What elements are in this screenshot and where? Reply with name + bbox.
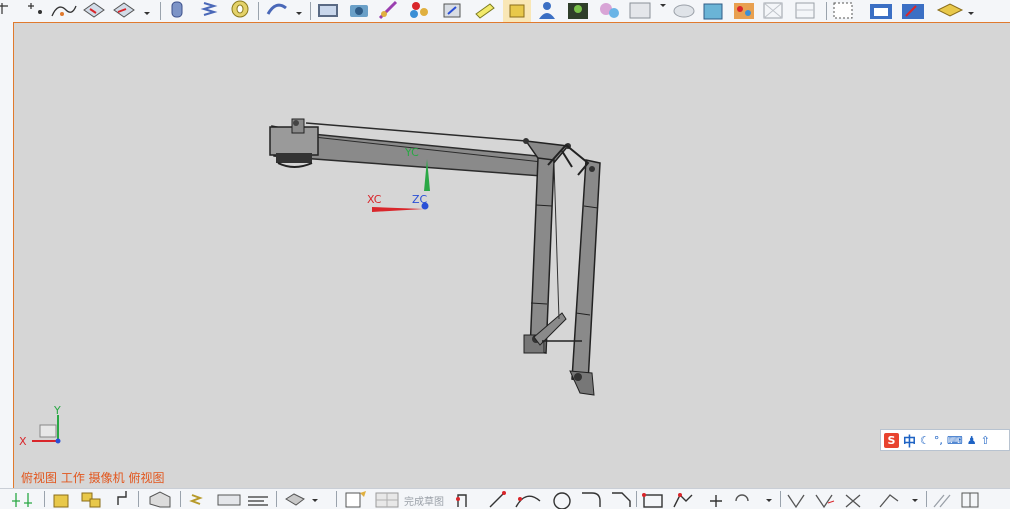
line-icon[interactable] — [489, 491, 506, 508]
ime-language-toggle[interactable]: 中 — [903, 431, 916, 450]
top-toolbar — [0, 0, 1010, 23]
component-icon[interactable] — [81, 492, 101, 508]
chamfer-icon[interactable] — [612, 492, 631, 507]
edit-view-icon[interactable] — [902, 4, 924, 19]
dropdown-icon[interactable] — [912, 499, 918, 502]
measure-icon[interactable] — [217, 494, 241, 506]
box-icon[interactable] — [503, 0, 531, 22]
video-icon[interactable] — [318, 4, 338, 17]
scene-icon[interactable] — [568, 3, 588, 19]
left-rail — [0, 22, 14, 488]
offset-icon[interactable] — [735, 494, 749, 502]
spring-icon[interactable] — [200, 2, 218, 16]
ime-moon-icon[interactable]: ☾ — [920, 434, 930, 447]
pipe-icon[interactable] — [266, 3, 287, 15]
view-name-label: 俯视图 工作 摄像机 俯视图 — [21, 471, 165, 485]
profile-icon[interactable] — [456, 494, 467, 507]
pattern-icon[interactable] — [879, 494, 899, 508]
graphics-viewport[interactable]: YC XC ZC Y X 俯视图 工作 摄像机 俯视图 S 中 ☾ °, ⌨ ♟… — [14, 22, 1010, 489]
grid-icon[interactable] — [375, 492, 399, 508]
palette-icon[interactable] — [734, 3, 754, 19]
dropdown-icon[interactable] — [660, 4, 666, 7]
finish-sketch-button[interactable]: 完成草图 — [404, 495, 444, 508]
trim-icon[interactable] — [787, 494, 805, 509]
align-icon[interactable] — [248, 496, 268, 506]
dropdown-icon[interactable] — [296, 12, 302, 15]
top-toolbar-icons — [0, 0, 974, 22]
ime-user-icon[interactable]: ♟ — [967, 434, 977, 447]
constraint-icon[interactable] — [961, 492, 979, 508]
axis-icon[interactable] — [12, 493, 32, 507]
surface-icon[interactable] — [83, 2, 105, 18]
spring-icon[interactable] — [189, 494, 203, 505]
user-icon[interactable] — [539, 2, 555, 19]
circle-icon[interactable] — [553, 492, 571, 510]
motion-icon[interactable] — [443, 3, 461, 18]
ime-toolbar[interactable]: S 中 ☾ °, ⌨ ♟ ⇧ — [880, 429, 1010, 451]
derive-icon[interactable] — [933, 494, 951, 508]
part-icon[interactable] — [149, 491, 171, 508]
cube-icon[interactable] — [703, 3, 723, 20]
crane-boom[interactable] — [269, 118, 571, 177]
spline-icon[interactable] — [51, 5, 77, 17]
crane-model[interactable]: YC XC ZC Y X — [14, 23, 1010, 489]
dropdown-icon[interactable] — [766, 499, 772, 502]
constraint-icon[interactable] — [117, 491, 127, 505]
surface-extend-icon[interactable] — [113, 2, 135, 18]
ime-logo-icon[interactable]: S — [884, 432, 899, 448]
wireframe-icon[interactable] — [795, 2, 815, 19]
box-icon[interactable] — [285, 493, 305, 506]
point-icon[interactable] — [28, 3, 42, 14]
cloud-icon[interactable] — [673, 4, 695, 18]
camera-icon[interactable] — [350, 5, 368, 17]
ime-keyboard-icon[interactable]: ⌨ — [947, 434, 963, 447]
line-icon[interactable] — [0, 3, 8, 14]
cylinder-icon[interactable] — [171, 1, 183, 18]
frame-icon[interactable] — [833, 2, 853, 19]
bottom-toolbar: 完成草图 — [0, 488, 1010, 510]
colors-icon[interactable] — [410, 2, 428, 18]
triad-x-label: X — [19, 435, 27, 448]
layer-icon[interactable] — [936, 3, 964, 17]
view-triad: Y X — [19, 404, 61, 448]
zc-label: ZC — [412, 193, 428, 206]
xc-label: XC — [367, 193, 382, 206]
triad-y-label: Y — [53, 404, 61, 417]
ime-menu-icon[interactable]: ⇧ — [981, 434, 990, 447]
rectangle-icon[interactable] — [642, 493, 663, 508]
point-icon[interactable] — [710, 495, 722, 507]
wireframe-icon[interactable] — [763, 2, 783, 19]
extend-icon[interactable] — [815, 494, 835, 509]
dropdown-icon[interactable] — [968, 12, 974, 15]
highlight-icon[interactable] — [475, 3, 495, 19]
yc-label: YC — [404, 146, 419, 159]
dropdown-icon[interactable] — [144, 12, 150, 15]
fillet-icon[interactable] — [582, 492, 601, 507]
paint-icon[interactable] — [378, 0, 398, 20]
solid-view-icon[interactable] — [870, 4, 892, 19]
window-icon[interactable] — [629, 2, 651, 19]
ime-punct-icon[interactable]: °, — [934, 434, 943, 447]
bottom-toolbar-icons: 完成草图 — [12, 491, 979, 510]
xc-axis — [372, 207, 424, 212]
polygon-icon[interactable] — [673, 493, 693, 508]
dropdown-icon[interactable] — [312, 499, 318, 502]
mirror-icon[interactable] — [845, 494, 861, 508]
coil-icon[interactable] — [231, 0, 249, 18]
arc-icon[interactable] — [515, 495, 541, 508]
sketch-icon[interactable] — [345, 491, 366, 508]
assembly-icon[interactable] — [53, 494, 69, 508]
sphere-icon[interactable] — [600, 3, 619, 18]
crane-arm-outer[interactable] — [569, 159, 601, 396]
